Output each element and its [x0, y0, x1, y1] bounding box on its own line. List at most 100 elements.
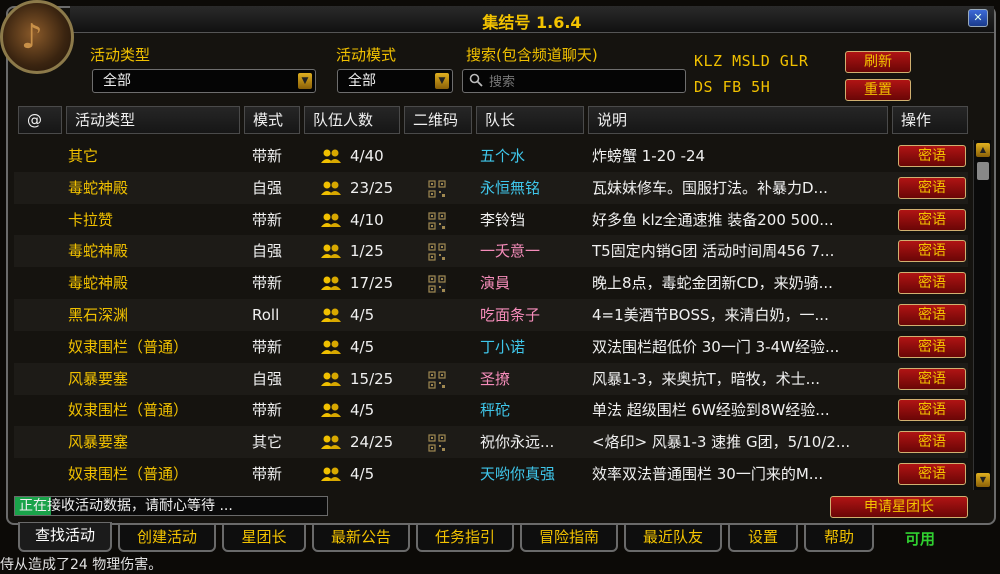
row-activity-type: 毒蛇神殿: [68, 274, 129, 293]
col-header-action: 操作: [892, 106, 968, 134]
row-party-size: 24/25: [350, 433, 394, 452]
tab-adventure-guide[interactable]: 冒险指南: [520, 524, 618, 552]
whisper-button[interactable]: 密语: [898, 431, 966, 454]
row-leader[interactable]: 一夭意一: [480, 235, 588, 267]
qr-code-icon[interactable]: [428, 211, 446, 230]
row-leader[interactable]: 演員: [480, 267, 588, 299]
qr-code-icon[interactable]: [428, 434, 446, 453]
row-party-size: 15/25: [350, 369, 394, 388]
mode-dropdown[interactable]: 全部 ▼: [337, 69, 453, 93]
row-leader[interactable]: 秤砣: [480, 394, 588, 426]
col-header-party-size[interactable]: 队伍人数: [304, 106, 400, 134]
apply-leader-button[interactable]: 申请星团长: [830, 496, 968, 518]
qr-code-icon[interactable]: [428, 243, 446, 262]
addon-portrait: ♪: [0, 0, 74, 74]
col-header-at[interactable]: @: [18, 106, 62, 134]
whisper-button[interactable]: 密语: [898, 208, 966, 231]
close-icon[interactable]: ✕: [968, 9, 988, 27]
table-row[interactable]: 毒蛇神殿 自强 1/25 一夭意一 T5固定内销G团 活动时间周456 7... 密语: [14, 235, 968, 268]
row-activity-type: 毒蛇神殿: [68, 242, 129, 261]
tab-announcements[interactable]: 最新公告: [312, 524, 410, 552]
row-leader[interactable]: 天哟你真强: [480, 458, 588, 490]
mode-label: 活动模式: [336, 46, 397, 64]
whisper-button[interactable]: 密语: [898, 304, 966, 326]
whisper-button[interactable]: 密语: [898, 399, 966, 422]
table-row[interactable]: 奴隶围栏（普通） 带新 4/5 天哟你真强 效率双法普通围栏 30一门来的M... 密语: [14, 458, 968, 490]
table-row[interactable]: 黑石深渊 Roll 4/5 吃面条子 4=1美酒节BOSS，来清白奶，一... 密语: [14, 299, 968, 331]
row-leader[interactable]: 五个水: [480, 140, 588, 172]
whisper-button[interactable]: 密语: [898, 240, 966, 263]
search-input[interactable]: [487, 71, 681, 93]
row-mode: 自强: [252, 178, 283, 197]
col-header-leader[interactable]: 队长: [476, 106, 584, 134]
tab-find-activity[interactable]: 查找活动: [18, 522, 112, 552]
row-activity-type: 毒蛇神殿: [68, 178, 129, 197]
combat-chat-line: 侍从造成了24 物理伤害。: [0, 557, 163, 573]
row-leader[interactable]: 永恒無铭: [480, 172, 588, 204]
tab-help[interactable]: 帮助: [804, 524, 874, 552]
scroll-down-icon[interactable]: ▼: [976, 473, 990, 487]
scroll-up-icon[interactable]: ▲: [976, 143, 990, 157]
chevron-down-icon[interactable]: ▼: [435, 73, 449, 89]
scroll-thumb[interactable]: [977, 162, 989, 180]
row-mode: 自强: [252, 369, 283, 388]
group-icon: [321, 403, 341, 418]
whisper-button[interactable]: 密语: [898, 272, 966, 295]
reset-button[interactable]: 重置: [845, 79, 911, 101]
search-box[interactable]: [462, 69, 686, 93]
row-mode: Roll: [252, 306, 280, 324]
tab-create-activity[interactable]: 创建活动: [118, 524, 216, 552]
row-description: 单法 超级围栏 6W经验到8W经验...: [592, 401, 830, 420]
row-mode: 带新: [252, 337, 283, 356]
activity-list: 其它 带新 4/40 五个水 炸螃蟹 1-20 -24 密语 毒蛇神殿 自强 23/25 永恒無铭…: [14, 140, 968, 490]
table-row[interactable]: 毒蛇神殿 自强 23/25 永恒無铭 瓦妹妹修车。国服打法。补暴力D... 密语: [14, 171, 968, 204]
row-leader[interactable]: 丁小诺: [480, 331, 588, 363]
qr-code-icon[interactable]: [428, 275, 446, 294]
table-row[interactable]: 奴隶围栏（普通） 带新 4/5 丁小诺 双法围栏超低价 30一门 3-4W经验... 密语: [14, 331, 968, 363]
whisper-button[interactable]: 密语: [898, 145, 966, 167]
col-header-mode[interactable]: 模式: [244, 106, 300, 134]
col-header-activity-type[interactable]: 活动类型: [66, 106, 240, 134]
table-row[interactable]: 卡拉赞 带新 4/10 李铃铛 好多鱼 klz全通速推 装备200 500... 密语: [14, 204, 968, 236]
group-icon: [321, 435, 341, 450]
group-icon: [321, 276, 341, 291]
tab-recent-teammates[interactable]: 最近队友: [624, 524, 722, 552]
table-row[interactable]: 风暴要塞 自强 15/25 圣撩 风暴1-3，来奥抗T，暗牧，术士... 密语: [14, 362, 968, 395]
col-header-description[interactable]: 说明: [588, 106, 888, 134]
qr-code-icon[interactable]: [428, 370, 446, 389]
title-bar[interactable]: 集结号 1.6.4 ✕: [70, 6, 994, 33]
row-activity-type: 奴隶围栏（普通）: [68, 465, 189, 483]
row-leader[interactable]: 圣撩: [480, 363, 588, 395]
loading-status-bar: 正在接收活动数据，请耐心等待 ...: [14, 496, 328, 516]
whisper-button[interactable]: 密语: [898, 176, 966, 199]
row-mode: 带新: [252, 147, 283, 165]
row-activity-type: 卡拉赞: [68, 210, 114, 229]
row-leader[interactable]: 李铃铛: [480, 204, 588, 236]
table-row[interactable]: 其它 带新 4/40 五个水 炸螃蟹 1-20 -24 密语: [14, 140, 968, 172]
table-row[interactable]: 奴隶围栏（普通） 带新 4/5 秤砣 单法 超级围栏 6W经验到8W经验... 密语: [14, 394, 968, 426]
row-leader[interactable]: 祝你永远...: [480, 426, 588, 458]
whisper-button[interactable]: 密语: [898, 367, 966, 390]
refresh-button[interactable]: 刷新: [845, 51, 911, 73]
group-icon: [321, 340, 341, 354]
col-header-qr[interactable]: 二维码: [404, 106, 472, 134]
available-label: 可用: [905, 530, 936, 548]
row-party-size: 4/5: [350, 337, 375, 356]
row-mode: 带新: [252, 274, 283, 293]
whisper-button[interactable]: 密语: [898, 463, 966, 485]
tab-quest-guide[interactable]: 任务指引: [416, 524, 514, 552]
row-leader[interactable]: 吃面条子: [480, 299, 588, 331]
row-activity-type: 风暴要塞: [68, 433, 129, 452]
table-row[interactable]: 毒蛇神殿 带新 17/25 演員 晚上8点，毒蛇金团新CD，来奶骑... 密语: [14, 267, 968, 299]
table-row[interactable]: 风暴要塞 其它 24/25 祝你永远... <烙印> 风暴1-3 速推 G团，5/10/…: [14, 426, 968, 459]
list-scrollbar[interactable]: ▲ ▼: [973, 140, 991, 490]
chevron-down-icon[interactable]: ▼: [298, 73, 312, 89]
tab-settings[interactable]: 设置: [728, 524, 798, 552]
whisper-button[interactable]: 密语: [898, 335, 966, 358]
row-description: 风暴1-3，来奥抗T，暗牧，术士...: [592, 369, 820, 388]
activity-type-dropdown[interactable]: 全部 ▼: [92, 69, 316, 93]
row-activity-type: 风暴要塞: [68, 369, 129, 388]
row-party-size: 4/10: [350, 210, 384, 229]
tab-star-leader[interactable]: 星团长: [222, 524, 306, 552]
qr-code-icon[interactable]: [428, 179, 446, 198]
